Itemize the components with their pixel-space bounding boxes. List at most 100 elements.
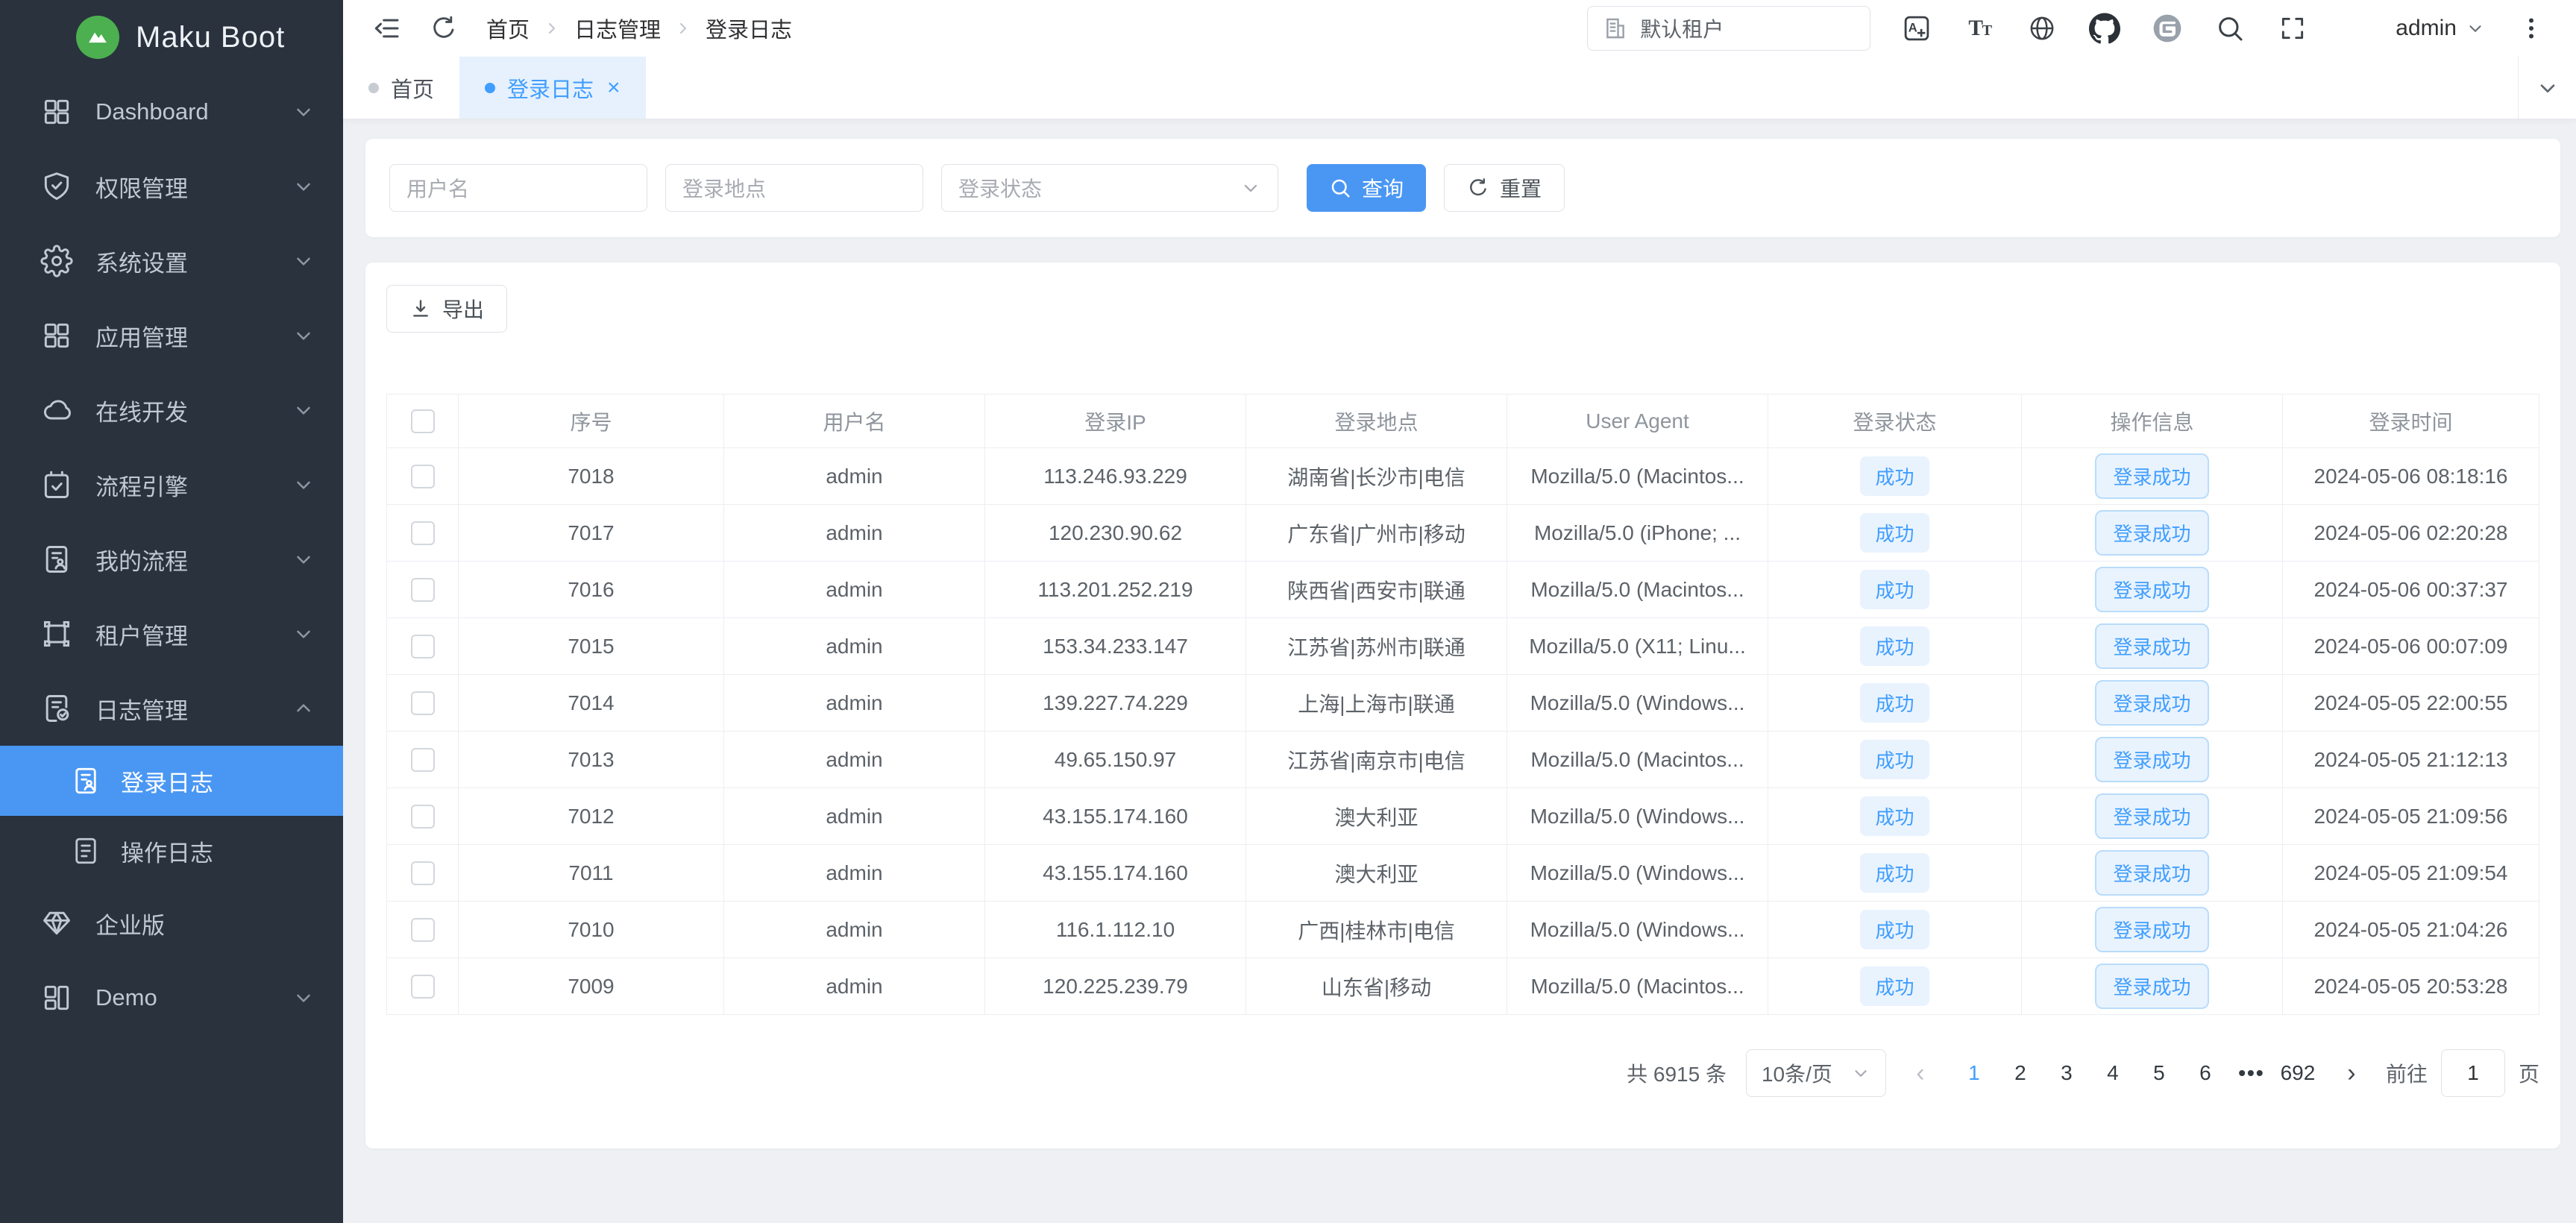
sidebar-item-permissions[interactable]: 权限管理 <box>0 149 343 224</box>
breadcrumb-home[interactable]: 首页 <box>486 13 530 44</box>
translate-button[interactable]: A <box>1900 12 1933 45</box>
row-checkbox[interactable] <box>411 465 435 488</box>
tab-login-log[interactable]: 登录日志 × <box>459 57 646 119</box>
sidebar-item-app-management[interactable]: 应用管理 <box>0 298 343 373</box>
row-checkbox[interactable] <box>411 861 435 885</box>
table-row: 7010 admin 116.1.112.10 广西|桂林市|电信 Mozill… <box>387 902 2539 958</box>
sidebar-item-login-log[interactable]: 登录日志 <box>0 746 343 816</box>
cell-status: 成功 <box>1768 732 2022 788</box>
message-badge: 登录成功 <box>2095 907 2208 952</box>
cell-message: 登录成功 <box>2022 618 2283 675</box>
font-size-button[interactable]: TT <box>1963 12 1996 45</box>
status-badge: 成功 <box>1860 740 1929 779</box>
page-number[interactable]: 2 <box>2001 1057 2040 1090</box>
username-input[interactable]: 用户名 <box>389 164 647 212</box>
fullscreen-button[interactable] <box>2276 12 2309 45</box>
sidebar-item-dashboard[interactable]: Dashboard <box>0 75 343 149</box>
font-size-icon: TT <box>1963 12 1996 45</box>
svg-text:A: A <box>1909 20 1917 34</box>
github-button[interactable] <box>2088 12 2121 45</box>
cell-username: admin <box>724 618 985 675</box>
search-button[interactable] <box>2214 12 2246 45</box>
cell-id: 7016 <box>459 562 724 618</box>
row-checkbox[interactable] <box>411 521 435 545</box>
globe-icon <box>2027 13 2057 43</box>
cell-user-agent: Mozilla/5.0 (Windows... <box>1507 845 1768 902</box>
sidebar-item-enterprise[interactable]: 企业版 <box>0 886 343 961</box>
export-button[interactable]: 导出 <box>386 285 507 333</box>
document-lines-icon <box>70 835 101 867</box>
sidebar-item-my-workflow[interactable]: 我的流程 <box>0 522 343 597</box>
tab-bar: 首页 登录日志 × <box>343 57 2576 119</box>
row-checkbox[interactable] <box>411 691 435 715</box>
page-number[interactable]: ••• <box>2232 1057 2271 1090</box>
chevron-down-icon <box>292 324 315 347</box>
page-number[interactable]: 6 <box>2186 1057 2225 1090</box>
status-badge: 成功 <box>1860 910 1929 949</box>
prev-page-button[interactable]: ‹ <box>1906 1059 1935 1088</box>
sidebar-item-tenant-management[interactable]: 租户管理 <box>0 597 343 671</box>
tenant-select[interactable]: 默认租户 <box>1587 6 1870 51</box>
refresh-button[interactable] <box>430 14 458 43</box>
page-number[interactable]: 5 <box>2140 1057 2178 1090</box>
login-log-panel: 导出 序号 用户名 登录IP 登录地点 User A <box>365 262 2560 1148</box>
breadcrumb: 首页 日志管理 登录日志 <box>486 13 792 44</box>
tab-close-icon[interactable]: × <box>607 77 621 99</box>
page-number[interactable]: 4 <box>2093 1057 2132 1090</box>
row-checkbox[interactable] <box>411 975 435 999</box>
chevron-down-icon <box>2536 76 2560 100</box>
column-header-location: 登录地点 <box>1246 394 1507 448</box>
cell-username: admin <box>724 958 985 1015</box>
goto-page-suffix: 页 <box>2519 1058 2539 1088</box>
gem-icon <box>40 907 73 940</box>
tab-list-dropdown[interactable] <box>2518 57 2576 119</box>
page-size-select[interactable]: 10条/页 <box>1746 1049 1886 1097</box>
svg-text:T: T <box>1969 16 1984 40</box>
select-all-checkbox[interactable] <box>411 409 435 433</box>
goto-label: 前往 <box>2386 1058 2428 1088</box>
next-page-button[interactable]: › <box>2337 1059 2366 1088</box>
cell-time: 2024-05-05 21:04:26 <box>2283 902 2539 958</box>
message-badge: 登录成功 <box>2095 453 2208 499</box>
login-status-select[interactable]: 登录状态 <box>941 164 1278 212</box>
cell-location: 江苏省|南京市|电信 <box>1246 732 1507 788</box>
row-checkbox[interactable] <box>411 805 435 829</box>
chevron-down-icon <box>292 987 315 1009</box>
login-location-input[interactable]: 登录地点 <box>665 164 923 212</box>
more-settings-button[interactable] <box>2515 12 2548 45</box>
tenant-select-value: 默认租户 <box>1640 13 1724 43</box>
sidebar-item-operation-log[interactable]: 操作日志 <box>0 816 343 886</box>
sidebar-collapse-button[interactable] <box>371 13 401 43</box>
row-checkbox[interactable] <box>411 635 435 658</box>
cell-username: admin <box>724 845 985 902</box>
sidebar-item-log-management[interactable]: 日志管理 <box>0 671 343 746</box>
app-logo[interactable]: Maku Boot <box>0 0 343 75</box>
row-checkbox[interactable] <box>411 748 435 772</box>
pagination-total: 共 6915 条 <box>1627 1058 1727 1088</box>
language-button[interactable] <box>2026 12 2058 45</box>
table-row: 7011 admin 43.155.174.160 澳大利亚 Mozilla/5… <box>387 845 2539 902</box>
row-checkbox[interactable] <box>411 578 435 602</box>
gitee-button[interactable] <box>2151 12 2184 45</box>
sidebar-item-workflow-engine[interactable]: 流程引擎 <box>0 447 343 522</box>
tab-home[interactable]: 首页 <box>343 57 459 119</box>
fullscreen-icon <box>2278 14 2307 43</box>
cell-ip: 120.225.239.79 <box>985 958 1246 1015</box>
goto-page-input[interactable]: 1 <box>2441 1049 2505 1097</box>
cell-time: 2024-05-05 20:53:28 <box>2283 958 2539 1015</box>
user-menu[interactable]: admin <box>2330 7 2485 50</box>
row-checkbox[interactable] <box>411 918 435 942</box>
query-button[interactable]: 查询 <box>1307 164 1426 212</box>
breadcrumb-log-management[interactable]: 日志管理 <box>574 13 661 44</box>
cell-username: admin <box>724 505 985 562</box>
page-number[interactable]: 1 <box>1955 1057 1994 1090</box>
sidebar-item-system-settings[interactable]: 系统设置 <box>0 224 343 298</box>
sidebar-item-online-dev[interactable]: 在线开发 <box>0 373 343 447</box>
sidebar-item-demo[interactable]: Demo <box>0 961 343 1035</box>
page-number[interactable]: 3 <box>2047 1057 2086 1090</box>
page-number[interactable]: 692 <box>2278 1057 2317 1090</box>
status-badge: 成功 <box>1860 966 1929 1006</box>
cell-time: 2024-05-06 00:37:37 <box>2283 562 2539 618</box>
reset-button[interactable]: 重置 <box>1444 164 1565 212</box>
cell-message: 登录成功 <box>2022 958 2283 1015</box>
